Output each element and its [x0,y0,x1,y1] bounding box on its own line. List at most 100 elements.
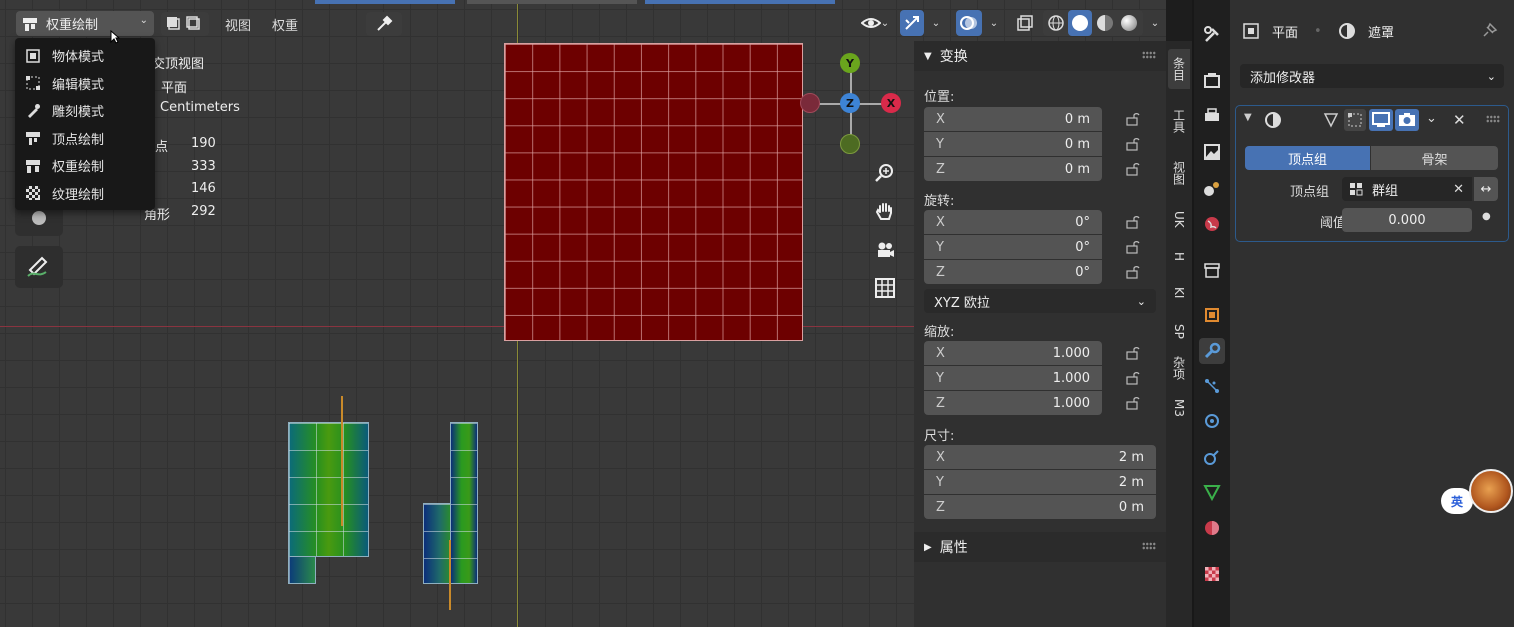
tab-modifiers[interactable] [1199,338,1225,364]
menu-item-texture-paint[interactable]: 纹理绘制 [15,180,155,208]
unlock-icon[interactable] [1126,396,1140,410]
tab-collection[interactable] [1199,257,1225,283]
view-menu[interactable]: 视图 [219,12,257,36]
shading-solid[interactable] [1068,10,1092,36]
rotation-x-field[interactable]: X 0° [924,210,1102,234]
tab-object[interactable] [1199,302,1225,328]
tab-object-data[interactable] [1199,479,1225,505]
tab-view[interactable]: 视图 [1168,153,1190,193]
animate-dot-icon[interactable]: ● [1482,211,1491,222]
weight-mesh-right-top[interactable] [450,422,478,584]
invert-toggle[interactable]: ↔ [1474,177,1498,201]
unlock-icon[interactable] [1126,346,1140,360]
location-x-field[interactable]: X 0 m [924,107,1102,131]
tab-sp[interactable]: SP [1168,317,1190,345]
tab-view-layer[interactable] [1199,139,1225,165]
tab-scene[interactable] [1199,175,1225,201]
gizmo-neg-x-ball[interactable] [800,93,820,113]
dimensions-x-field[interactable]: X 2 m [924,445,1156,469]
scale-y-field[interactable]: Y 1.000 [924,366,1102,390]
tab-render[interactable] [1199,67,1225,93]
shading-material[interactable] [1094,10,1116,36]
workspace-tab[interactable] [467,0,637,4]
drag-grip-icon[interactable] [1486,115,1500,123]
gizmo-neg-y-ball[interactable] [840,134,860,154]
gizmo-toggle[interactable] [900,10,924,36]
ortho-toggle-button[interactable] [868,271,902,305]
camera-view-button[interactable] [868,233,902,267]
gizmo-dropdown[interactable]: ⌄ [926,10,946,36]
vertex-group-field[interactable]: 群组 ✕ [1342,177,1472,201]
editmode-toggle[interactable] [1344,109,1366,131]
transform-panel-header[interactable]: ▼ 变换 [914,41,1166,71]
menu-item-vertex-paint[interactable]: 顶点绘制 [15,125,155,153]
tab-uk[interactable]: UK [1168,205,1190,233]
scale-z-field[interactable]: Z 1.000 [924,391,1102,415]
threshold-field[interactable]: 0.000 [1342,208,1472,232]
drag-grip-icon[interactable] [1142,542,1156,550]
unlock-icon[interactable] [1126,112,1140,126]
rotation-mode-dropdown[interactable]: XYZ 欧拉 ⌄ [924,289,1156,313]
unlock-icon[interactable] [1126,162,1140,176]
dimensions-y-field[interactable]: Y 2 m [924,470,1156,494]
overlay-toggle[interactable] [956,10,982,36]
tab-tool[interactable]: 工具 [1168,101,1190,141]
tab-h[interactable]: H [1168,245,1190,269]
shading-rendered[interactable] [1118,10,1140,36]
location-y-field[interactable]: Y 0 m [924,132,1102,156]
tab-m3[interactable]: M3 [1168,393,1190,423]
pan-button[interactable] [868,195,902,229]
tab-material[interactable] [1199,515,1225,541]
mask-toggle-button[interactable] [161,12,209,36]
menu-item-edit-mode[interactable]: 编辑模式 [15,70,155,98]
clear-icon[interactable]: ✕ [1453,182,1464,197]
close-icon[interactable]: ✕ [1453,111,1466,129]
weights-menu[interactable]: 权重 [266,12,304,36]
tab-particles[interactable] [1199,373,1225,399]
tab-output[interactable] [1199,103,1225,129]
tab-tool-settings[interactable] [1199,22,1225,48]
avatar[interactable] [1469,469,1513,513]
unlock-icon[interactable] [1126,265,1140,279]
mode-armature-button[interactable]: 骨架 [1371,146,1498,170]
menu-item-weight-paint[interactable]: 权重绘制 [15,152,155,180]
menu-item-object-mode[interactable]: 物体模式 [15,42,155,70]
unlock-icon[interactable] [1126,371,1140,385]
scale-x-field[interactable]: X 1.000 [924,341,1102,365]
weight-mesh-left[interactable] [288,422,369,557]
unlock-icon[interactable] [1126,240,1140,254]
unlock-icon[interactable] [1126,137,1140,151]
workspace-tab-2[interactable] [645,0,835,4]
weight-mesh-left-tail[interactable] [288,556,316,584]
location-z-field[interactable]: Z 0 m [924,157,1102,181]
properties-modifier-name[interactable]: 遮罩 [1368,22,1394,41]
chevron-down-icon[interactable]: ⌄ [1426,111,1437,126]
weight-mesh-right-bottom[interactable] [423,503,451,584]
menu-item-sculpt-mode[interactable]: 雕刻模式 [15,97,155,125]
rotation-y-field[interactable]: Y 0° [924,235,1102,259]
xray-toggle[interactable] [1012,10,1038,36]
tab-item[interactable]: 条目 [1168,49,1190,89]
pin-icon[interactable] [1480,22,1498,40]
overlay-dropdown[interactable]: ⌄ [984,10,1004,36]
zoom-button[interactable] [868,156,902,190]
tab-physics[interactable] [1199,408,1225,434]
properties-object-name[interactable]: 平面 [1272,22,1298,41]
workspace-tab-active[interactable] [315,0,455,4]
plane-mesh[interactable] [504,43,803,341]
gizmo-x-ball[interactable]: X [881,93,901,113]
visibility-dropdown[interactable]: ⌄ [855,10,895,36]
on-cage-icon[interactable] [1322,111,1340,129]
tab-ki[interactable]: KI [1168,279,1190,307]
dimensions-z-field[interactable]: Z 0 m [924,495,1156,519]
properties-panel-header[interactable]: ▶ 属性 [914,532,1166,562]
tab-world[interactable] [1199,211,1225,237]
mode-dropdown[interactable]: 权重绘制 ⌄ [16,11,154,36]
add-modifier-dropdown[interactable]: 添加修改器 ⌄ [1240,64,1504,88]
shading-dropdown[interactable]: ⌄ [1146,10,1164,36]
tab-constraints[interactable] [1199,444,1225,470]
render-toggle[interactable] [1395,109,1419,131]
viewport-display-toggle[interactable] [1369,109,1393,131]
tab-misc[interactable]: 杂项 [1168,353,1190,383]
tool-annotate[interactable] [15,246,63,288]
